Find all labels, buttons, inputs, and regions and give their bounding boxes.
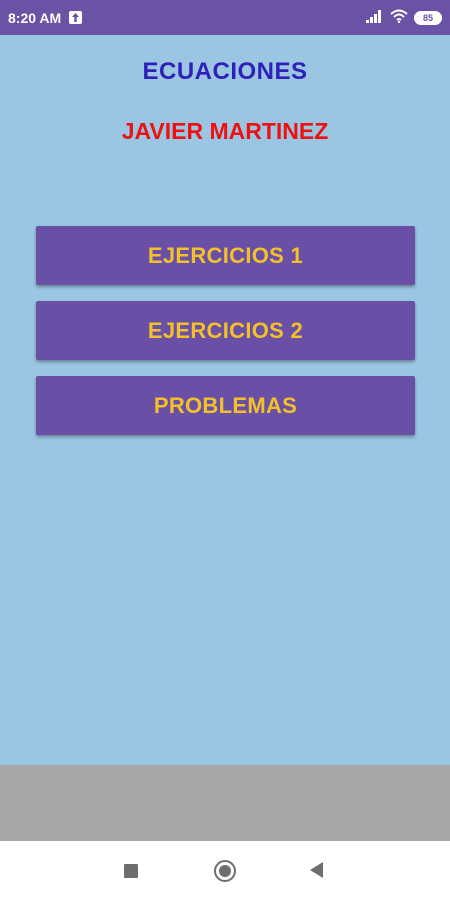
recent-apps-icon[interactable] (124, 864, 138, 878)
ejercicios-2-button[interactable]: EJERCICIOS 2 (36, 301, 415, 360)
upload-icon (69, 11, 83, 24)
back-icon[interactable] (310, 862, 323, 878)
signal-icon (366, 9, 384, 26)
home-icon[interactable] (214, 860, 236, 882)
problemas-button[interactable]: PROBLEMAS (36, 376, 415, 435)
app-screen: 8:20 AM 85 ECUACIONES JAVIER MARTINEZ EJ… (0, 0, 450, 900)
author-name: JAVIER MARTINEZ (121, 118, 329, 144)
status-time: 8:20 AM (8, 9, 62, 26)
wifi-icon (390, 9, 408, 26)
bottom-panel (0, 765, 450, 841)
battery-icon: 85 (414, 10, 442, 25)
ejercicios-1-button[interactable]: EJERCICIOS 1 (36, 226, 415, 285)
status-bar: 8:20 AM 85 (0, 0, 450, 35)
status-icons: 85 (366, 9, 442, 26)
page-title: ECUACIONES (142, 58, 308, 85)
